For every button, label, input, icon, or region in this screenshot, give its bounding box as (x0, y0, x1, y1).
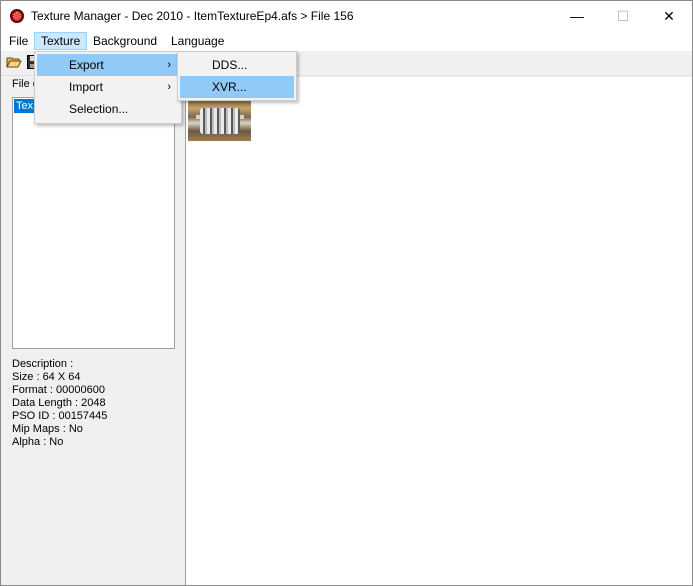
open-folder-icon[interactable] (6, 54, 22, 70)
submenu-item-dds[interactable]: DDS... (180, 54, 294, 76)
prop-description: Description : (12, 358, 74, 370)
app-window: Texture Manager - Dec 2010 - ItemTexture… (0, 0, 693, 586)
submenu-item-dds-label: DDS... (212, 58, 248, 72)
tree-node-texture[interactable]: Tex (14, 99, 36, 113)
menu-background[interactable]: Background (87, 32, 163, 50)
menu-item-import-label: Import (69, 80, 104, 94)
menu-language[interactable]: Language (165, 32, 230, 50)
texture-tree[interactable]: Tex (12, 97, 175, 349)
prop-alpha: Alpha : No (12, 436, 64, 448)
export-submenu: DDS... XVR... (177, 51, 297, 101)
app-icon (10, 9, 24, 23)
menu-texture[interactable]: Texture (34, 32, 88, 50)
chevron-right-icon: › (167, 81, 171, 93)
chevron-right-icon: › (167, 59, 171, 71)
thumbnail-coil (200, 108, 240, 134)
maximize-button[interactable]: ☐ (600, 1, 646, 31)
texture-properties: Description : Size : 64 X 64 Format : 00… (12, 358, 107, 449)
prop-mip-maps: Mip Maps : No (12, 423, 83, 435)
menu-bar: File Texture Background Language (1, 31, 692, 51)
window-title: Texture Manager - Dec 2010 - ItemTexture… (31, 9, 354, 23)
menu-item-selection-label: Selection... (69, 102, 129, 116)
menu-item-selection[interactable]: Selection... (37, 98, 179, 120)
texture-preview-area (186, 77, 692, 585)
file-contents-panel: File c Tex Description : Size : 64 X 64 … (4, 77, 186, 585)
texture-thumbnail[interactable] (188, 101, 251, 141)
prop-size: Size : 64 X 64 (12, 371, 81, 383)
prop-format: Format : 00000600 (12, 384, 105, 396)
menu-file[interactable]: File (3, 32, 34, 50)
close-button[interactable]: ✕ (646, 1, 692, 31)
submenu-item-xvr-label: XVR... (212, 80, 247, 94)
submenu-item-xvr[interactable]: XVR... (180, 76, 294, 98)
minimize-button[interactable]: — (554, 1, 600, 31)
texture-menu-dropdown: Export › Import › Selection... (34, 51, 182, 124)
prop-pso-id: PSO ID : 00157445 (12, 410, 108, 422)
menu-item-export-label: Export (69, 58, 104, 72)
title-bar[interactable]: Texture Manager - Dec 2010 - ItemTexture… (1, 1, 692, 31)
menu-item-export[interactable]: Export › (37, 54, 179, 76)
menu-item-import[interactable]: Import › (37, 76, 179, 98)
prop-data-length: Data Length : 2048 (12, 397, 106, 409)
